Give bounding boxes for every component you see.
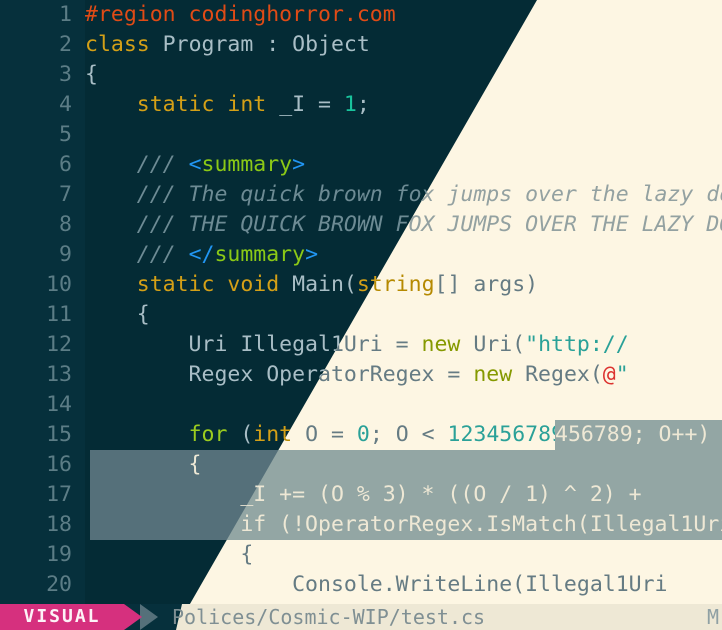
- code-text-dark: static int _I = 1;: [85, 90, 370, 120]
- code-token: (: [227, 422, 254, 447]
- line-number-dark: 12: [46, 332, 72, 357]
- code-text-dark: /// </summary>: [85, 240, 318, 270]
- code-token: static: [136, 272, 215, 297]
- line-number-dark: 5: [59, 122, 72, 147]
- code-token: for: [188, 422, 228, 447]
- line-number-dark: 13: [46, 362, 72, 387]
- line-number-dark: 11: [46, 302, 72, 327]
- status-bar: VISUAL Polices/Cosmic-WIP/test.cs M: [0, 604, 722, 630]
- code-token: >: [292, 152, 306, 177]
- line-number-dark: 3: [59, 62, 72, 87]
- code-text-dark: #region codinghorror.com: [85, 0, 396, 30]
- powerline-separator-icon: [140, 604, 158, 630]
- code-token: int: [227, 92, 267, 117]
- code-token: ;: [356, 92, 370, 117]
- code-token: ///: [136, 242, 189, 267]
- code-token: class: [85, 32, 150, 57]
- code-token: </: [188, 242, 215, 267]
- line-number-dark: 1: [59, 2, 72, 27]
- code-token: Main(: [279, 272, 357, 297]
- line-number-dark: 10: [46, 272, 72, 297]
- editor-window: 1 #region codinghorror.com 2 class Program …: [0, 0, 722, 630]
- line-number-dark: 20: [46, 572, 72, 597]
- code-token: #region codinghorror.com: [85, 2, 396, 27]
- code-token: static: [136, 92, 215, 117]
- selected-text-line15-light: 456789; O++): [555, 422, 711, 447]
- line-number-dark: 7: [59, 182, 72, 207]
- line-number-dark: 4: [59, 92, 72, 117]
- line-number-dark: 15: [46, 422, 72, 447]
- code-token: Program : Object: [149, 32, 370, 57]
- code-token: _I =: [266, 92, 344, 117]
- code-token: summary: [201, 152, 293, 177]
- code-token: >: [305, 242, 319, 267]
- code-token: ///: [136, 152, 189, 177]
- code-token: {: [85, 62, 98, 87]
- code-token: void: [227, 272, 280, 297]
- mode-powerline-arrow-icon: [124, 604, 142, 630]
- code-token: summary: [214, 242, 306, 267]
- line-number-dark: 17: [46, 482, 72, 507]
- mode-indicator: VISUAL: [0, 604, 124, 630]
- status-bar-file-path[interactable]: Polices/Cosmic-WIP/test.cs: [172, 604, 485, 630]
- code-text-dark: {: [85, 60, 98, 90]
- status-bar-right-label: M: [706, 605, 719, 629]
- line-number-dark: 6: [59, 152, 72, 177]
- line-number-dark: 18: [46, 512, 72, 537]
- line-number-dark: 14: [46, 392, 72, 417]
- code-token: <: [188, 152, 202, 177]
- code-text-dark: class Program : Object: [85, 30, 370, 60]
- line-number-dark: 9: [59, 242, 72, 267]
- code-text-dark: /// <summary>: [85, 150, 305, 180]
- line-number-dark: 16: [46, 452, 72, 477]
- line-number-dark: 19: [46, 542, 72, 567]
- code-token: {: [85, 302, 150, 327]
- selected-text-line16: {: [85, 452, 202, 477]
- code-token: 1: [343, 92, 357, 117]
- line-number-dark: 2: [59, 32, 72, 57]
- line-number-dark: 8: [59, 212, 72, 237]
- code-text-dark: {: [85, 300, 150, 330]
